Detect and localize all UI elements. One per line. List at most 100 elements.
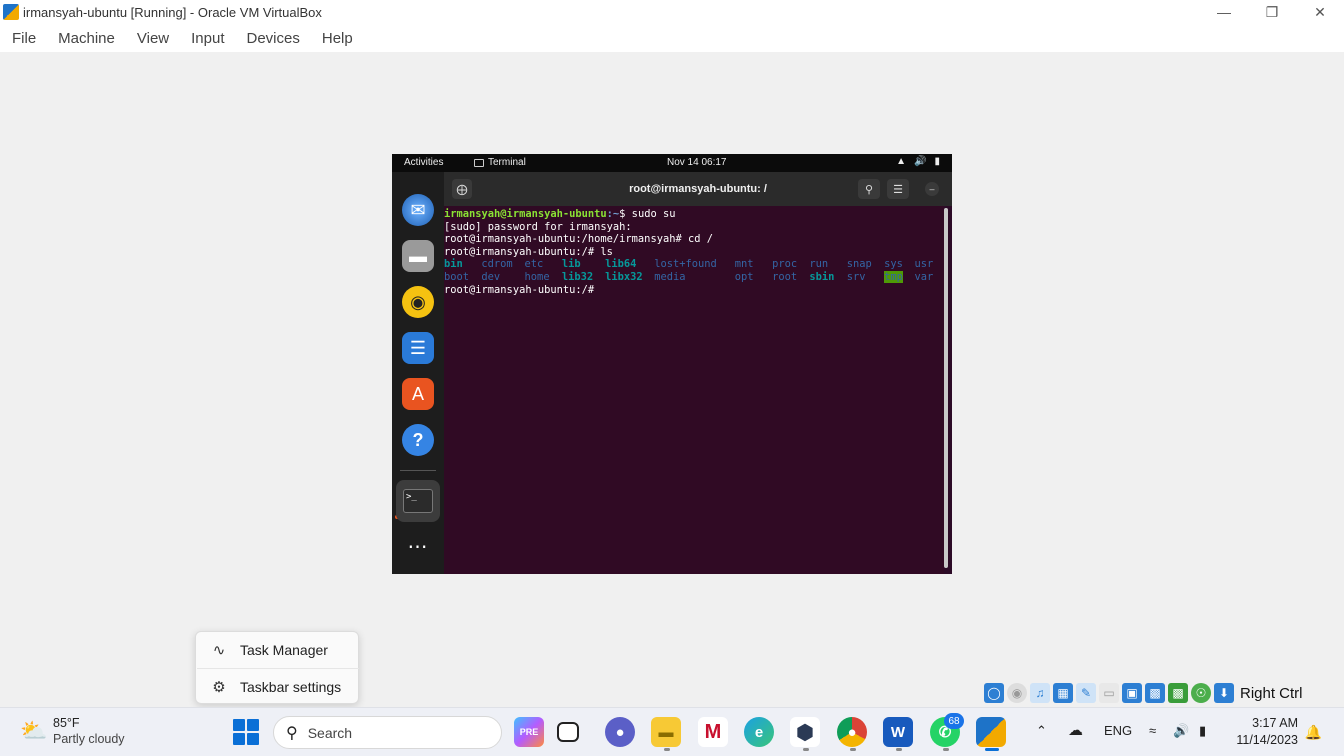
language-indicator[interactable]: ENG	[1104, 723, 1132, 738]
terminal-icon[interactable]: >_	[396, 480, 440, 522]
terminal-search-button[interactable]: ⚲	[858, 179, 880, 199]
ls-entry: cdrom	[481, 258, 513, 271]
terminal-minimize-button[interactable]: –	[925, 182, 939, 196]
edge-icon[interactable]: e	[744, 717, 774, 747]
files-icon[interactable]: ▬	[402, 240, 434, 272]
gnome-clock[interactable]: Nov 14 06:17	[667, 157, 727, 168]
ls-entry: mnt	[734, 258, 754, 271]
active-indicator	[985, 748, 999, 751]
windows-logo-tile	[247, 719, 259, 731]
app-menu[interactable]: Terminal	[474, 157, 526, 168]
copilot-icon[interactable]: PRE	[514, 717, 544, 747]
menu-file[interactable]: File	[4, 30, 44, 47]
terminal-small-icon	[474, 158, 484, 167]
terminal-line: root@irmansyah-ubuntu:/# ls	[444, 245, 613, 258]
virtualbox-icon[interactable]: ⬢	[790, 717, 820, 747]
ls-entry: etc	[524, 258, 544, 271]
window-controls: — ❐ ✕	[1200, 0, 1344, 24]
ls-entry: snap	[846, 258, 872, 271]
terminal-menu-button[interactable]: ☰	[887, 179, 909, 199]
ls-entry: home	[524, 270, 550, 283]
search-box[interactable]: ⚲ Search	[273, 716, 502, 749]
window-title: irmansyah-ubuntu [Running] - Oracle VM V…	[23, 4, 322, 20]
prompt-path: :~	[606, 208, 620, 220]
battery-icon[interactable]: ▮	[1199, 723, 1206, 739]
thunderbird-icon[interactable]: ✉	[402, 194, 434, 226]
notification-bell-icon[interactable]: 🔔	[1305, 724, 1322, 741]
search-placeholder: Search	[307, 724, 353, 741]
onedrive-cloud-icon[interactable]: ☁	[1068, 721, 1083, 739]
mcafee-icon[interactable]: M	[698, 717, 728, 747]
close-button[interactable]: ✕	[1296, 0, 1344, 24]
taskbar-settings-menu-item[interactable]: ⚙ Taskbar settings	[196, 669, 360, 705]
terminal-line: root@irmansyah-ubuntu:/home/irmansyah# c…	[444, 233, 713, 246]
minimize-button[interactable]: —	[1200, 0, 1248, 24]
show-hidden-icons-chevron-up-icon[interactable]: ⌃	[1036, 723, 1047, 739]
network-icon: ▲	[896, 156, 907, 167]
cpu-icon[interactable]: ▩	[1168, 683, 1188, 703]
ls-entry: sbin	[809, 270, 835, 283]
ls-entry: media	[654, 270, 686, 283]
teams-chat-icon[interactable]: ●	[605, 717, 635, 747]
wifi-icon[interactable]: ≈	[1149, 723, 1156, 738]
task-view-icon[interactable]	[557, 722, 579, 742]
ls-entry: usr	[914, 258, 934, 271]
help-icon[interactable]: ?	[402, 424, 434, 456]
hard-disk-icon[interactable]: ◯	[984, 683, 1004, 703]
task-manager-label: Task Manager	[240, 642, 328, 658]
ls-entry: lib	[561, 258, 581, 271]
taskbar-clock[interactable]: 3:17 AM 11/14/2023	[1236, 715, 1298, 749]
restore-button[interactable]: ❐	[1248, 0, 1296, 24]
windows-taskbar: ⛅ 85°F Partly cloudy ⚲ Search PRE ● ▬ M …	[0, 707, 1344, 756]
terminal-line: root@irmansyah-ubuntu:/#	[444, 283, 595, 296]
search-icon: ⚲	[286, 724, 298, 742]
chrome-icon[interactable]: ●	[837, 717, 867, 747]
shared-folders-icon[interactable]: ▭	[1099, 683, 1119, 703]
vm-screen[interactable]: Activities Terminal Nov 14 06:17 ▲ 🔊 ▮ ✉…	[392, 154, 952, 574]
gnome-top-bar: Activities Terminal Nov 14 06:17 ▲ 🔊 ▮	[392, 154, 952, 172]
terminal-headerbar: ⨁ root@irmansyah-ubuntu: / ⚲ ☰ – ◻ ✕	[444, 172, 952, 206]
ls-entry: root	[772, 270, 798, 283]
terminal-output[interactable]: irmansyah@irmansyah-ubuntu:~$ sudo su [s…	[444, 206, 944, 574]
virtualbox-logo-icon	[3, 4, 19, 20]
keyboard-capture-icon[interactable]: ⬇	[1214, 683, 1234, 703]
start-button[interactable]	[233, 719, 259, 745]
speaker-icon[interactable]: 🔊	[1173, 723, 1189, 739]
usb-icon[interactable]: ✎	[1076, 683, 1096, 703]
vbox-titlebar: irmansyah-ubuntu [Running] - Oracle VM V…	[0, 0, 1344, 24]
word-icon[interactable]: W	[883, 717, 913, 747]
taskbar-context-menu: ∿ Task Manager ⚙ Taskbar settings	[195, 631, 359, 704]
app-menu-label: Terminal	[488, 157, 526, 168]
optical-drive-icon[interactable]: ◉	[1007, 683, 1027, 703]
running-indicator	[943, 748, 949, 751]
menu-help[interactable]: Help	[314, 30, 361, 47]
menu-devices[interactable]: Devices	[239, 30, 308, 47]
app-center-icon[interactable]: A	[402, 378, 434, 410]
recording-icon[interactable]: ▩	[1145, 683, 1165, 703]
menu-view[interactable]: View	[129, 30, 177, 47]
weather-widget[interactable]: ⛅ 85°F Partly cloudy	[20, 715, 125, 747]
weather-condition: Partly cloudy	[53, 732, 125, 746]
display-icon[interactable]: ▣	[1122, 683, 1142, 703]
gear-icon: ⚙	[212, 679, 226, 696]
rhythmbox-icon[interactable]: ◉	[402, 286, 434, 318]
menu-machine[interactable]: Machine	[50, 30, 123, 47]
running-indicator	[664, 748, 670, 751]
audio-icon[interactable]: ♫	[1030, 683, 1050, 703]
virtualbox-vm-window-icon[interactable]	[976, 717, 1006, 747]
gnome-status-menu[interactable]: ▲ 🔊 ▮	[896, 156, 940, 167]
libreoffice-writer-icon[interactable]: ☰	[402, 332, 434, 364]
vbox-statusbar: ◯ ◉ ♫ ▦ ✎ ▭ ▣ ▩ ▩ ☉ ⬇ Right Ctrl	[984, 681, 1303, 705]
mouse-integration-icon[interactable]: ☉	[1191, 683, 1211, 703]
menu-input[interactable]: Input	[183, 30, 232, 47]
show-apps-icon[interactable]: ⋯	[402, 530, 434, 562]
file-explorer-icon[interactable]: ▬	[651, 717, 681, 747]
task-manager-menu-item[interactable]: ∿ Task Manager	[196, 632, 360, 668]
terminal-scrollbar[interactable]	[944, 208, 948, 568]
ubuntu-dock: ✉ ▬ ◉ ☰ A ? >_ ⋯	[392, 172, 444, 574]
ls-entry: libx32	[605, 270, 643, 283]
network-adapter-icon[interactable]: ▦	[1053, 683, 1073, 703]
battery-icon: ▮	[934, 156, 940, 167]
ls-entry: opt	[734, 270, 754, 283]
activities-button[interactable]: Activities	[404, 157, 443, 168]
